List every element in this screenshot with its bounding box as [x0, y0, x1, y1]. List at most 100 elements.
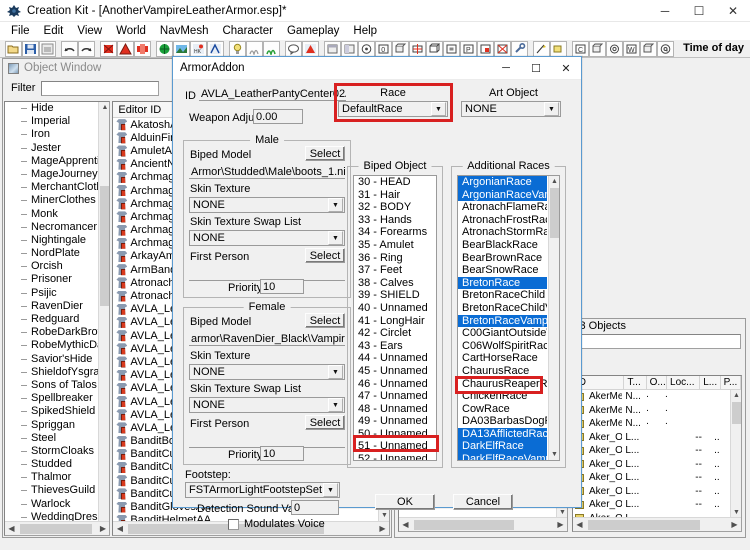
tree-item[interactable]: Studded [5, 458, 98, 471]
tree-item[interactable]: NordPlate [5, 247, 98, 260]
box-icon[interactable] [392, 40, 409, 57]
target-icon[interactable] [358, 40, 375, 57]
tree-item[interactable]: Prisoner [5, 273, 98, 286]
tree-item[interactable]: MageApprentice [5, 155, 98, 168]
maximize-icon[interactable]: ☐ [682, 0, 716, 22]
redo-icon[interactable] [78, 40, 95, 57]
list-item[interactable]: BearSnowRace [458, 264, 547, 277]
tree-horizontal-scrollbar[interactable]: ◀ ▶ [5, 521, 110, 535]
menu-item-navmesh[interactable]: NavMesh [153, 24, 216, 38]
cell-scroll-left-icon[interactable]: ◀ [399, 520, 412, 529]
table-row[interactable]: Aker_Omni...L... --.. [573, 498, 730, 512]
markers-icon[interactable] [409, 40, 426, 57]
list-item[interactable]: AtronachFrostRace [458, 214, 547, 227]
cancel-button[interactable]: Cancel [453, 494, 513, 510]
dialogue-icon[interactable] [285, 40, 302, 57]
m-box-icon[interactable] [640, 40, 657, 57]
list-item[interactable]: 49 - Unnamed [354, 415, 436, 428]
hazard-icon[interactable] [302, 40, 319, 57]
tree-item[interactable]: Psijic [5, 287, 98, 300]
dialog-maximize-icon[interactable]: ☐ [521, 57, 551, 79]
list-item[interactable]: 40 - Unnamed [354, 302, 436, 315]
tree-item[interactable]: Iron [5, 128, 98, 141]
list-item[interactable]: BearBrownRace [458, 252, 547, 265]
tree-item[interactable]: MinerClothes [5, 194, 98, 207]
races-vertical-scrollbar[interactable]: ▲ ▼ [548, 176, 559, 460]
close-icon[interactable]: ✕ [716, 0, 750, 22]
menu-item-world[interactable]: World [109, 24, 153, 38]
filter-input[interactable] [41, 80, 160, 96]
list-scroll-left-icon[interactable]: ◀ [113, 524, 126, 533]
tree-item[interactable]: Sons of Talos [5, 379, 98, 392]
male-biped-model-value[interactable]: Armor\Studded\Male\boots_1.nif [189, 165, 345, 179]
races-scroll-thumb[interactable] [550, 188, 559, 238]
light-icon[interactable] [229, 40, 246, 57]
weapon-adjust-input[interactable]: 0.00 [253, 109, 303, 124]
open-icon[interactable] [5, 40, 22, 57]
table-row[interactable]: Aker_Omni...L... --.. [573, 444, 730, 458]
navmesh-triangle-icon[interactable] [117, 40, 134, 57]
male-priority-input[interactable]: 10 [260, 279, 304, 294]
races-scroll-up-icon[interactable]: ▲ [549, 176, 559, 187]
list-item[interactable]: 39 - SHIELD [354, 289, 436, 302]
objects-scroll-thumb[interactable] [732, 402, 741, 424]
tree-item[interactable]: Hide [5, 102, 98, 115]
list-item[interactable]: 44 - Unnamed [354, 352, 436, 365]
tree-item[interactable]: Spriggan [5, 419, 98, 432]
list-item[interactable]: 31 - Hair [354, 189, 436, 202]
list-item[interactable]: 51 - Unnamed [354, 440, 436, 453]
objects-scroll-right-icon[interactable]: ▶ [728, 520, 741, 529]
list-item[interactable]: C06WolfSpiritRace [458, 340, 547, 353]
objects-col-l[interactable]: L... [700, 376, 721, 389]
grass-on-icon[interactable] [263, 40, 280, 57]
tree-item[interactable]: Jester [5, 142, 98, 155]
additional-races-listbox[interactable]: ArgonianRaceArgonianRaceVampireAtronachF… [457, 175, 560, 461]
list-item[interactable]: AtronachFlameRace [458, 201, 547, 214]
landscape-icon[interactable] [173, 40, 190, 57]
list-item[interactable]: BretonRaceChildVampire [458, 302, 547, 315]
table-row[interactable]: Aker_Omni...L... --.. [573, 431, 730, 445]
object-window-icon[interactable] [341, 40, 358, 57]
portals-p-icon[interactable]: P [460, 40, 477, 57]
list-item[interactable]: 32 - BODY [354, 201, 436, 214]
tree-item[interactable]: Spellbreaker [5, 392, 98, 405]
list-item[interactable]: BretonRaceVampire [458, 314, 547, 328]
collision-icon[interactable] [494, 40, 511, 57]
female-skin-texture-dropdown[interactable]: NONE ▼ [189, 364, 345, 380]
detection-sound-input[interactable]: 0 [291, 500, 339, 515]
tree-item[interactable]: Steel [5, 432, 98, 445]
chevron-down-icon[interactable]: ▼ [544, 102, 559, 116]
objects-scroll-up-icon[interactable]: ▲ [731, 390, 741, 401]
male-skin-texture-dropdown[interactable]: NONE ▼ [189, 197, 345, 213]
grass-off-icon[interactable] [246, 40, 263, 57]
biped-object-listbox[interactable]: 30 - HEAD 31 - Hair 32 - BODY 33 - Hands 34 … [353, 175, 437, 461]
objects-vertical-scrollbar[interactable]: ▲ ▼ [730, 390, 741, 518]
render-window-icon[interactable] [100, 40, 117, 57]
female-skin-swap-dropdown[interactable]: NONE ▼ [189, 397, 345, 413]
circle-icon[interactable] [606, 40, 623, 57]
list-scroll-down-icon[interactable]: ▼ [379, 510, 389, 521]
list-item[interactable]: DA03BarbasDogRace [458, 415, 547, 428]
list-item[interactable]: BearBlackRace [458, 239, 547, 252]
object-category-tree[interactable]: HideImperialIronJesterMageApprenticeMage… [4, 101, 111, 536]
tree-item[interactable]: Thalmor [5, 471, 98, 484]
list-item[interactable]: 43 - Ears [354, 340, 436, 353]
table-row[interactable]: Aker_Omni...L... --.. [573, 458, 730, 472]
tree-item[interactable]: StormCloaks [5, 445, 98, 458]
menu-item-view[interactable]: View [70, 24, 109, 38]
cell-scroll-right-icon[interactable]: ▶ [554, 520, 567, 529]
cell-view-icon[interactable] [324, 40, 341, 57]
male-first-person-select-button[interactable]: Select [305, 248, 345, 263]
tree-vertical-scrollbar[interactable]: ▲ ▼ [98, 102, 110, 535]
list-item[interactable]: 42 - Circlet [354, 327, 436, 340]
tree-item[interactable]: MerchantClothes [5, 181, 98, 194]
races-scroll-down-icon[interactable]: ▼ [549, 449, 559, 460]
modulates-voice-checkbox[interactable] [228, 518, 239, 530]
list-item[interactable]: 35 - Amulet [354, 239, 436, 252]
list-item[interactable]: 37 - Feet [354, 264, 436, 277]
ok-button[interactable]: OK [375, 494, 435, 510]
list-item[interactable]: 50 - Unnamed [354, 428, 436, 441]
render-red-icon[interactable] [134, 40, 151, 57]
list-item[interactable]: CowRace [458, 403, 547, 416]
tree-item[interactable]: Savior'sHide [5, 353, 98, 366]
